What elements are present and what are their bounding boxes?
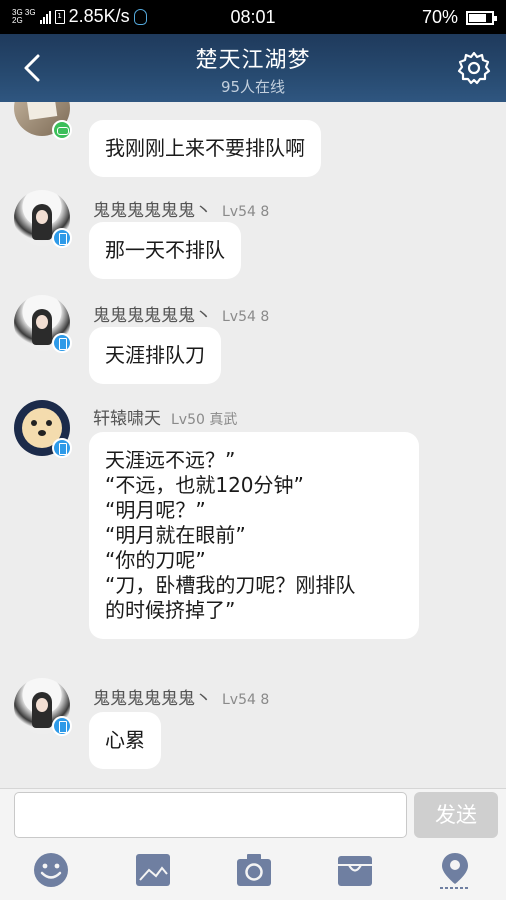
page-title: 楚天江湖梦 xyxy=(195,48,311,73)
battery-icon xyxy=(466,10,497,25)
status-bar: 3G 3G 2G 1 2.85K/s 08:01 70% xyxy=(0,0,506,34)
location-button[interactable] xyxy=(435,850,475,890)
status-right: 70% xyxy=(421,7,497,28)
box-icon xyxy=(338,856,372,886)
camera-button[interactable] xyxy=(234,850,274,890)
send-button[interactable]: 发送 xyxy=(414,792,498,838)
message-bubble[interactable]: 我刚刚上来不要排队啊 xyxy=(89,120,321,177)
sender-name: 鬼鬼鬼鬼鬼鬼丶 xyxy=(93,306,212,326)
message-item: 鬼鬼鬼鬼鬼鬼丶 Lv54 8 那一天不排队 xyxy=(0,190,506,290)
sender-line: 鬼鬼鬼鬼鬼鬼丶 Lv54 8 xyxy=(93,301,269,326)
message-item: 轩辕啸天 Lv50 真武 天涯远不远？” “不远，也就120分钟” “明月呢？” … xyxy=(0,400,506,670)
image-button[interactable] xyxy=(133,850,173,890)
emoji-button[interactable] xyxy=(31,850,71,890)
settings-button[interactable] xyxy=(456,50,492,86)
sender-line: 鬼鬼鬼鬼鬼鬼丶 Lv54 8 xyxy=(93,684,269,709)
message-item: 鬼鬼鬼鬼鬼鬼丶 Lv54 8 天涯排队刀 xyxy=(0,295,506,395)
camera-icon xyxy=(237,854,271,886)
box-button[interactable] xyxy=(335,850,375,890)
battery-percent: 70% xyxy=(421,7,458,27)
sender-level: Lv54 8 xyxy=(222,309,270,325)
online-count: 95人在线 xyxy=(220,78,286,96)
sender-level: Lv54 8 xyxy=(222,204,270,220)
location-icon xyxy=(440,853,470,889)
emoji-icon xyxy=(34,853,68,887)
message-input[interactable] xyxy=(14,792,407,838)
message-item: 我刚刚上来不要排队啊 xyxy=(0,102,506,190)
gear-icon xyxy=(457,51,491,85)
message-bubble[interactable]: 天涯远不远？” “不远，也就120分钟” “明月呢？” “明月就在眼前” “你的… xyxy=(89,432,419,639)
phone-icon xyxy=(52,438,72,458)
sender-name: 鬼鬼鬼鬼鬼鬼丶 xyxy=(93,689,212,709)
game-icon xyxy=(52,120,72,140)
message-item: 鬼鬼鬼鬼鬼鬼丶 Lv54 8 心累 xyxy=(0,678,506,778)
bottom-toolbar xyxy=(0,840,506,900)
sender-name: 轩辕啸天 xyxy=(93,409,161,429)
message-bubble[interactable]: 心累 xyxy=(89,712,161,769)
message-bubble[interactable]: 那一天不排队 xyxy=(89,222,241,279)
phone-icon xyxy=(52,228,72,248)
chat-list[interactable]: 我刚刚上来不要排队啊 鬼鬼鬼鬼鬼鬼丶 Lv54 8 那一天不排队 鬼鬼鬼鬼鬼鬼丶 L… xyxy=(0,102,506,788)
input-bar: 发送 xyxy=(0,788,506,840)
phone-icon xyxy=(52,716,72,736)
sender-name: 鬼鬼鬼鬼鬼鬼丶 xyxy=(93,201,212,221)
sender-line: 轩辕啸天 Lv50 真武 xyxy=(93,404,237,429)
sender-level: Lv54 8 xyxy=(222,692,270,708)
phone-icon xyxy=(52,333,72,353)
sender-level: Lv50 真武 xyxy=(171,412,238,428)
title-bar: 楚天江湖梦 95人在线 xyxy=(0,34,506,102)
sender-line: 鬼鬼鬼鬼鬼鬼丶 Lv54 8 xyxy=(93,196,269,221)
image-icon xyxy=(136,854,170,886)
message-bubble[interactable]: 天涯排队刀 xyxy=(89,327,221,384)
